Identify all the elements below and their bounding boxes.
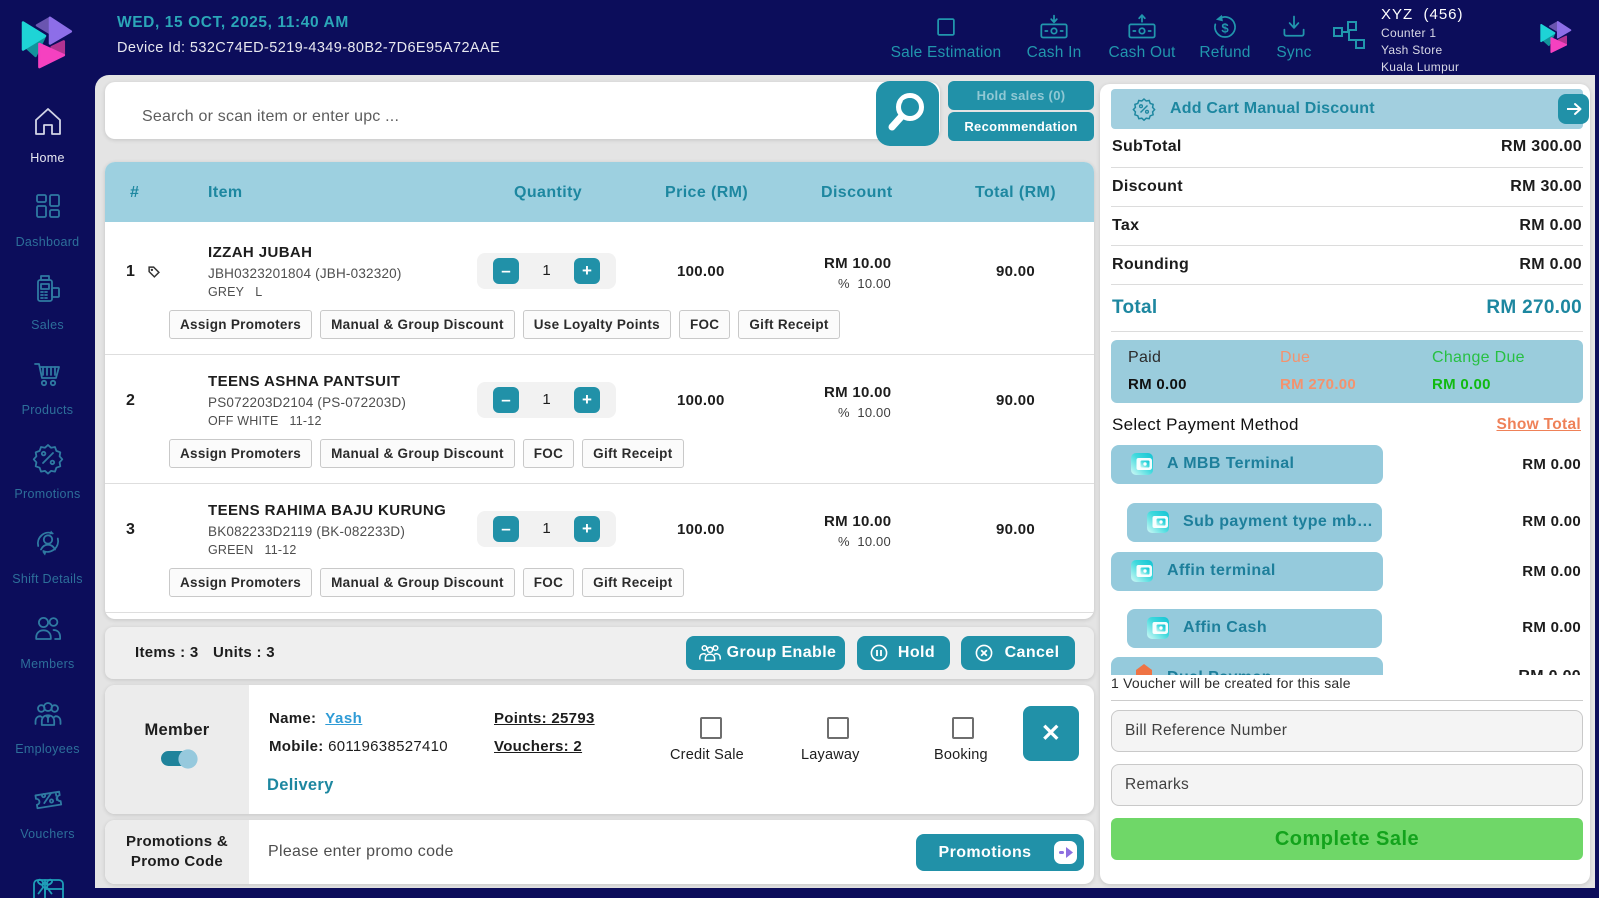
svg-text:$: $ (1221, 20, 1229, 35)
